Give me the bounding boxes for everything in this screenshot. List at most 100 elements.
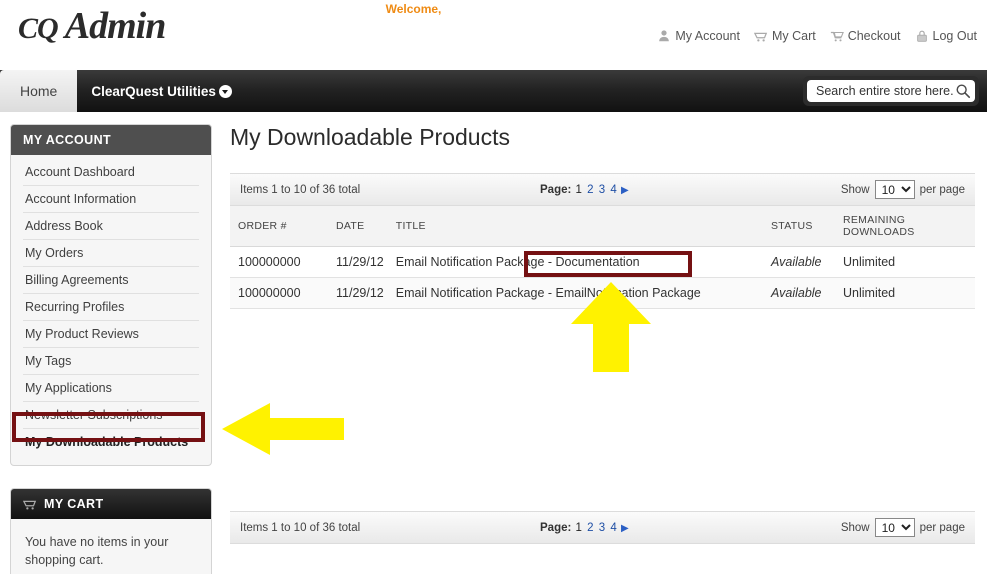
- page-title: My Downloadable Products: [230, 124, 510, 150]
- cart-icon: [753, 29, 768, 43]
- limiter-per-page-label: per page: [919, 521, 965, 534]
- my-cart-block-title-label: MY CART: [44, 497, 104, 511]
- sidebar-item-label[interactable]: My Applications: [23, 375, 199, 401]
- limiter-select[interactable]: 102050: [874, 180, 915, 199]
- sidebar-item-my-tags[interactable]: My Tags: [23, 348, 199, 375]
- pager-page-1-current: 1: [575, 521, 582, 534]
- sidebar-item-label[interactable]: My Downloadable Products: [23, 429, 199, 455]
- sidebar-item-my-applications[interactable]: My Applications: [23, 375, 199, 402]
- next-page-arrow-icon[interactable]: ▶: [621, 523, 629, 534]
- limiter-select[interactable]: 102050: [874, 518, 915, 537]
- my-account-block-body: Account Dashboard Account Information Ad…: [11, 155, 211, 465]
- header-link-checkout[interactable]: Checkout: [830, 29, 901, 43]
- sidebar: MY ACCOUNT Account Dashboard Account Inf…: [0, 124, 212, 574]
- page-root: CQ Admin Welcome, My Account My Cart Che…: [0, 0, 987, 574]
- nav-item-clearquest-utilities[interactable]: ClearQuest Utilities: [77, 70, 246, 112]
- limiter-bottom: Show 102050 per page: [841, 518, 965, 537]
- search-input[interactable]: [814, 83, 955, 99]
- header-link-log-out[interactable]: Log Out: [915, 29, 977, 43]
- header-links: My Account My Cart Checkout Log Out: [657, 29, 977, 43]
- header-link-label: My Account: [675, 29, 740, 43]
- cell-date: 11/29/12: [328, 246, 388, 278]
- nav-item-label: ClearQuest Utilities: [91, 83, 216, 99]
- limiter-show-label: Show: [840, 183, 870, 196]
- up-arrow-annotation: [571, 282, 651, 372]
- header-link-my-account[interactable]: My Account: [657, 29, 740, 43]
- cell-date: 11/29/12: [328, 277, 388, 309]
- sidebar-item-address-book[interactable]: Address Book: [23, 213, 199, 240]
- sidebar-item-label[interactable]: My Orders: [23, 240, 199, 266]
- header-link-my-cart[interactable]: My Cart: [753, 29, 816, 43]
- lock-icon: [915, 29, 929, 43]
- main-navigation-bar: Home ClearQuest Utilities: [0, 70, 987, 112]
- column-header-remaining: REMAINING DOWNLOADS: [835, 206, 975, 247]
- header-link-label: Checkout: [847, 29, 901, 43]
- sidebar-item-my-orders[interactable]: My Orders: [23, 240, 199, 267]
- search-icon[interactable]: [955, 83, 971, 99]
- pager-amount-top: Items 1 to 10 of 36 total: [240, 183, 361, 196]
- status-badge: Available: [771, 255, 822, 269]
- sidebar-item-label[interactable]: Account Dashboard: [23, 159, 199, 185]
- limiter-show-label: Show: [840, 521, 870, 534]
- sidebar-item-label[interactable]: Address Book: [23, 213, 199, 239]
- left-arrow-annotation: [222, 403, 344, 455]
- pager-page-1-current: 1: [575, 183, 582, 196]
- my-account-block: MY ACCOUNT Account Dashboard Account Inf…: [10, 124, 212, 466]
- pagination-bottom: Page: 1 2 3 4 ▶: [540, 522, 841, 534]
- user-icon: [657, 29, 671, 43]
- sidebar-item-account-information[interactable]: Account Information: [23, 186, 199, 213]
- status-badge: Available: [771, 286, 822, 300]
- product-download-link[interactable]: Email Notification Package - Documentati…: [396, 255, 640, 269]
- cart-icon: [23, 497, 37, 511]
- pager-page-3[interactable]: 3: [599, 522, 605, 534]
- header-link-label: Log Out: [932, 29, 977, 43]
- pager-amount-bottom: Items 1 to 10 of 36 total: [240, 521, 361, 534]
- site-header: CQ Admin Welcome, My Account My Cart Che…: [0, 0, 987, 70]
- pager-label: Page:: [540, 183, 572, 196]
- cell-order: 100000000: [230, 277, 328, 309]
- sidebar-item-recurring-profiles[interactable]: Recurring Profiles: [23, 294, 199, 321]
- limiter-per-page-label: per page: [919, 183, 965, 196]
- sidebar-item-label[interactable]: Account Information: [23, 186, 199, 212]
- next-page-arrow-icon[interactable]: ▶: [621, 185, 629, 196]
- cell-remaining: Unlimited: [835, 277, 975, 309]
- header-link-label: My Cart: [771, 29, 816, 43]
- my-cart-block-body: You have no items in your shopping cart.: [11, 519, 211, 574]
- column-header-title: TITLE: [387, 206, 763, 247]
- checkout-cart-icon: [830, 29, 844, 43]
- table-head: ORDER # DATE TITLE STATUS REMAINING DOWN…: [230, 206, 975, 247]
- pager-page-2[interactable]: 2: [587, 522, 593, 534]
- pager-page-4[interactable]: 4: [610, 184, 616, 196]
- cell-title: Email Notification Package - Documentati…: [387, 246, 763, 278]
- pagination-top: Page: 1 2 3 4 ▶: [540, 184, 841, 196]
- sidebar-item-label[interactable]: Recurring Profiles: [23, 294, 199, 320]
- cart-empty-message: You have no items in your shopping cart.: [25, 535, 169, 568]
- sidebar-item-label[interactable]: My Product Reviews: [23, 321, 199, 347]
- logo-cq-text: CQ: [18, 12, 59, 45]
- sidebar-item-account-dashboard[interactable]: Account Dashboard: [23, 159, 199, 186]
- pager-page-2[interactable]: 2: [587, 184, 593, 196]
- column-header-order: ORDER #: [230, 206, 328, 247]
- sidebar-item-label[interactable]: Billing Agreements: [23, 267, 199, 293]
- sidebar-item-label[interactable]: My Tags: [23, 348, 199, 374]
- cell-status: Available: [763, 277, 835, 309]
- search-box[interactable]: [807, 80, 975, 102]
- table-header-row: ORDER # DATE TITLE STATUS REMAINING DOWN…: [230, 206, 975, 247]
- sidebar-item-newsletter-subscriptions[interactable]: Newsletter Subscriptions: [23, 402, 199, 429]
- toolbar-top: Items 1 to 10 of 36 total Page: 1 2 3 4 …: [230, 173, 975, 206]
- toolbar-bottom: Items 1 to 10 of 36 total Page: 1 2 3 4 …: [230, 511, 975, 544]
- sidebar-item-my-downloadable-products[interactable]: My Downloadable Products: [23, 429, 199, 455]
- sidebar-item-billing-agreements[interactable]: Billing Agreements: [23, 267, 199, 294]
- page-content: MY ACCOUNT Account Dashboard Account Inf…: [0, 112, 987, 574]
- pager-page-4[interactable]: 4: [610, 522, 616, 534]
- welcome-message: Welcome,: [385, 2, 442, 16]
- table-row: 100000000 11/29/12 Email Notification Pa…: [230, 246, 975, 278]
- nav-item-home[interactable]: Home: [0, 70, 78, 112]
- account-nav-list: Account Dashboard Account Information Ad…: [23, 159, 199, 455]
- sidebar-item-my-product-reviews[interactable]: My Product Reviews: [23, 321, 199, 348]
- sidebar-item-label[interactable]: Newsletter Subscriptions: [23, 402, 199, 428]
- pager-page-3[interactable]: 3: [599, 184, 605, 196]
- pager-label: Page:: [540, 521, 572, 534]
- chevron-down-icon: [218, 84, 232, 98]
- my-cart-block: MY CART You have no items in your shoppi…: [10, 488, 212, 574]
